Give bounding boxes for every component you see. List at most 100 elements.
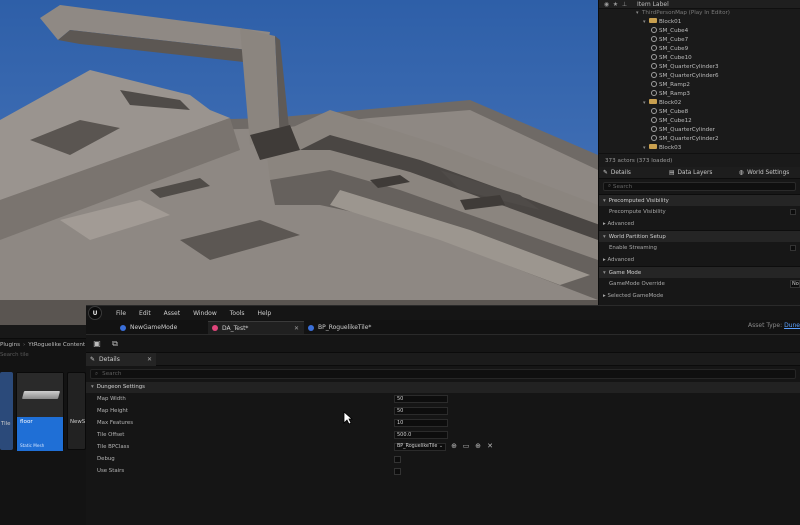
menu-asset[interactable]: Asset	[164, 310, 180, 317]
eye-icon[interactable]: ◉	[602, 1, 611, 8]
folder-icon	[649, 144, 657, 149]
gamemode-override-dropdown[interactable]: No	[790, 280, 800, 288]
outliner-folder-row[interactable]: ▾ Block01	[599, 18, 800, 27]
property-debug: Debug	[86, 453, 800, 465]
outliner-tree: ▾ ThirdPersonMap (Play In Editor) ▾ Block01…	[599, 9, 800, 153]
content-search-input[interactable]: Search tile	[0, 351, 86, 360]
details-search-input[interactable]: ⌕ Search	[603, 182, 796, 191]
tile-bpclass-dropdown[interactable]: BP_RoguelikeTile ⌄	[394, 443, 446, 451]
row-advanced-1[interactable]: ▸ Advanced	[599, 218, 800, 230]
property-map-height: Map Height 50	[86, 405, 800, 417]
unreal-logo-icon[interactable]: U	[88, 306, 102, 320]
details-icon: ✎	[90, 355, 96, 363]
search-icon: ⌕	[95, 370, 99, 377]
globe-icon: ◍	[739, 169, 745, 176]
asset-tile-floor[interactable]: floor Static Mesh	[16, 372, 64, 451]
close-icon[interactable]: ✕	[294, 322, 299, 335]
static-mesh-actor-icon	[651, 134, 657, 141]
outliner-actor-row[interactable]: SM_Cube4	[599, 26, 800, 36]
row-advanced-2[interactable]: ▸ Advanced	[599, 254, 800, 266]
tab-details[interactable]: ✎ Details	[599, 170, 665, 176]
map-height-input[interactable]: 50	[394, 407, 448, 415]
save-icon[interactable]: ▣	[92, 339, 102, 349]
tab-label: DA_Test*	[222, 324, 249, 332]
add-icon[interactable]: ⊕	[474, 442, 482, 450]
breadcrumb-plugins[interactable]: Plugins	[0, 342, 20, 348]
tab-details[interactable]: ✎ Details ✕	[86, 352, 156, 366]
outliner-actor-row[interactable]: SM_QuarterCylinder3	[599, 62, 800, 72]
folder-icon	[649, 99, 657, 104]
section-dungeon-settings[interactable]: ▾ Dungeon Settings	[86, 382, 800, 393]
property-label: Tile BPClass	[97, 444, 130, 450]
property-map-width: Map Width 50	[86, 393, 800, 405]
outliner-actor-row[interactable]: SM_Ramp2	[599, 80, 800, 90]
static-mesh-preview-icon	[21, 391, 61, 399]
clear-icon[interactable]: ✕	[486, 442, 494, 450]
chevron-down-icon: ⌄	[438, 444, 443, 449]
chevron-down-icon: ▾	[603, 234, 606, 240]
outliner-map-row[interactable]: ▾ ThirdPersonMap (Play In Editor)	[599, 9, 800, 18]
use-stairs-checkbox[interactable]	[394, 468, 401, 475]
menu-file[interactable]: File	[116, 310, 126, 317]
outliner-actor-row[interactable]: SM_Cube10	[599, 53, 800, 63]
row-gamemode-override: GameMode Override No	[599, 278, 800, 290]
outliner-actor-row[interactable]: SM_Cube8	[599, 107, 800, 117]
asset-toolbar: ▣ ⧉	[86, 335, 800, 353]
browse-folder-icon[interactable]: ▭	[462, 442, 470, 450]
section-game-mode[interactable]: ▾ Game Mode	[599, 266, 800, 278]
outliner-actor-count: 373 actors (373 loaded)	[599, 153, 800, 167]
debug-checkbox[interactable]	[394, 456, 401, 463]
level-viewport[interactable]	[0, 0, 598, 330]
section-precomputed-visibility[interactable]: ▾ Precomputed Visibility	[599, 194, 800, 206]
menu-window[interactable]: Window	[193, 310, 217, 317]
use-selected-icon[interactable]: ⊕	[450, 442, 458, 450]
row-selected-gamemode[interactable]: ▸ Selected GameMode	[599, 290, 800, 302]
asset-tile-left[interactable]: Tile	[0, 372, 13, 450]
tab-newgamemode[interactable]: NewGameMode	[116, 321, 208, 334]
precompute-visibility-checkbox[interactable]	[790, 209, 796, 215]
blueprint-icon	[308, 324, 314, 331]
star-icon[interactable]: ★	[611, 1, 620, 8]
outliner-actor-row[interactable]: SM_QuarterCylinder	[599, 125, 800, 135]
outliner-actor-row[interactable]: SM_Ramp3	[599, 89, 800, 99]
property-use-stairs: Use Stairs	[86, 465, 800, 477]
tab-world-settings[interactable]: ◍ World Settings	[735, 170, 793, 176]
outliner-actor-row[interactable]: SM_QuarterCylinder6	[599, 71, 800, 81]
chevron-right-icon: ▸	[603, 221, 606, 227]
tab-data-layers[interactable]: ▤ Data Layers	[665, 170, 735, 176]
enable-streaming-checkbox[interactable]	[790, 245, 796, 251]
menu-tools[interactable]: Tools	[230, 310, 245, 317]
close-icon[interactable]: ✕	[147, 353, 152, 366]
outliner-actor-row[interactable]: SM_Cube12	[599, 116, 800, 126]
max-features-input[interactable]: 10	[394, 419, 448, 427]
details-search-input[interactable]: ⌕ Search	[90, 369, 796, 379]
tab-da-test[interactable]: DA_Test* ✕	[208, 321, 304, 334]
chevron-right-icon: ▸	[603, 293, 606, 299]
world-outliner: ◉ ★ ⊥ Item Label ▾ ThirdPersonMap (Play I…	[598, 0, 800, 167]
tab-label: BP_RoguelikeTile*	[318, 324, 372, 331]
asset-tile-label: Tile	[1, 421, 11, 427]
breadcrumb-content-folder[interactable]: YtRoguelike Content	[28, 342, 85, 348]
asset-type-label: Asset Type:	[748, 322, 783, 329]
outliner-actor-row[interactable]: SM_QuarterCylinder2	[599, 134, 800, 144]
section-world-partition-setup[interactable]: ▾ World Partition Setup	[599, 230, 800, 242]
outliner-actor-row[interactable]: SM_Cube9	[599, 44, 800, 54]
menu-help[interactable]: Help	[258, 310, 272, 317]
row-precompute-visibility: Precompute Visibility	[599, 206, 800, 218]
pin-icon[interactable]: ⊥	[620, 1, 629, 8]
outliner-folder-row[interactable]: ▾ Block03	[599, 144, 800, 153]
menu-bar: U File Edit Asset Window Tools Help	[86, 306, 800, 320]
outliner-column-label[interactable]: Item Label	[637, 1, 669, 8]
outliner-actor-row[interactable]: SM_Cube7	[599, 35, 800, 45]
outliner-folder-row[interactable]: ▾ Block02	[599, 99, 800, 108]
tab-bp-roguelike-tile[interactable]: BP_RoguelikeTile*	[304, 321, 404, 334]
asset-tile-right[interactable]: NewS	[67, 372, 86, 450]
outliner-row-label: SM_Cube4	[659, 28, 689, 34]
browse-icon[interactable]: ⧉	[110, 339, 120, 349]
map-width-input[interactable]: 50	[394, 395, 448, 403]
outliner-row-label: Block02	[659, 100, 682, 106]
tile-offset-input[interactable]: 500.0	[394, 431, 448, 439]
menu-edit[interactable]: Edit	[139, 310, 151, 317]
asset-type-link[interactable]: Dune	[784, 322, 800, 329]
chevron-down-icon: ▾	[603, 198, 606, 204]
